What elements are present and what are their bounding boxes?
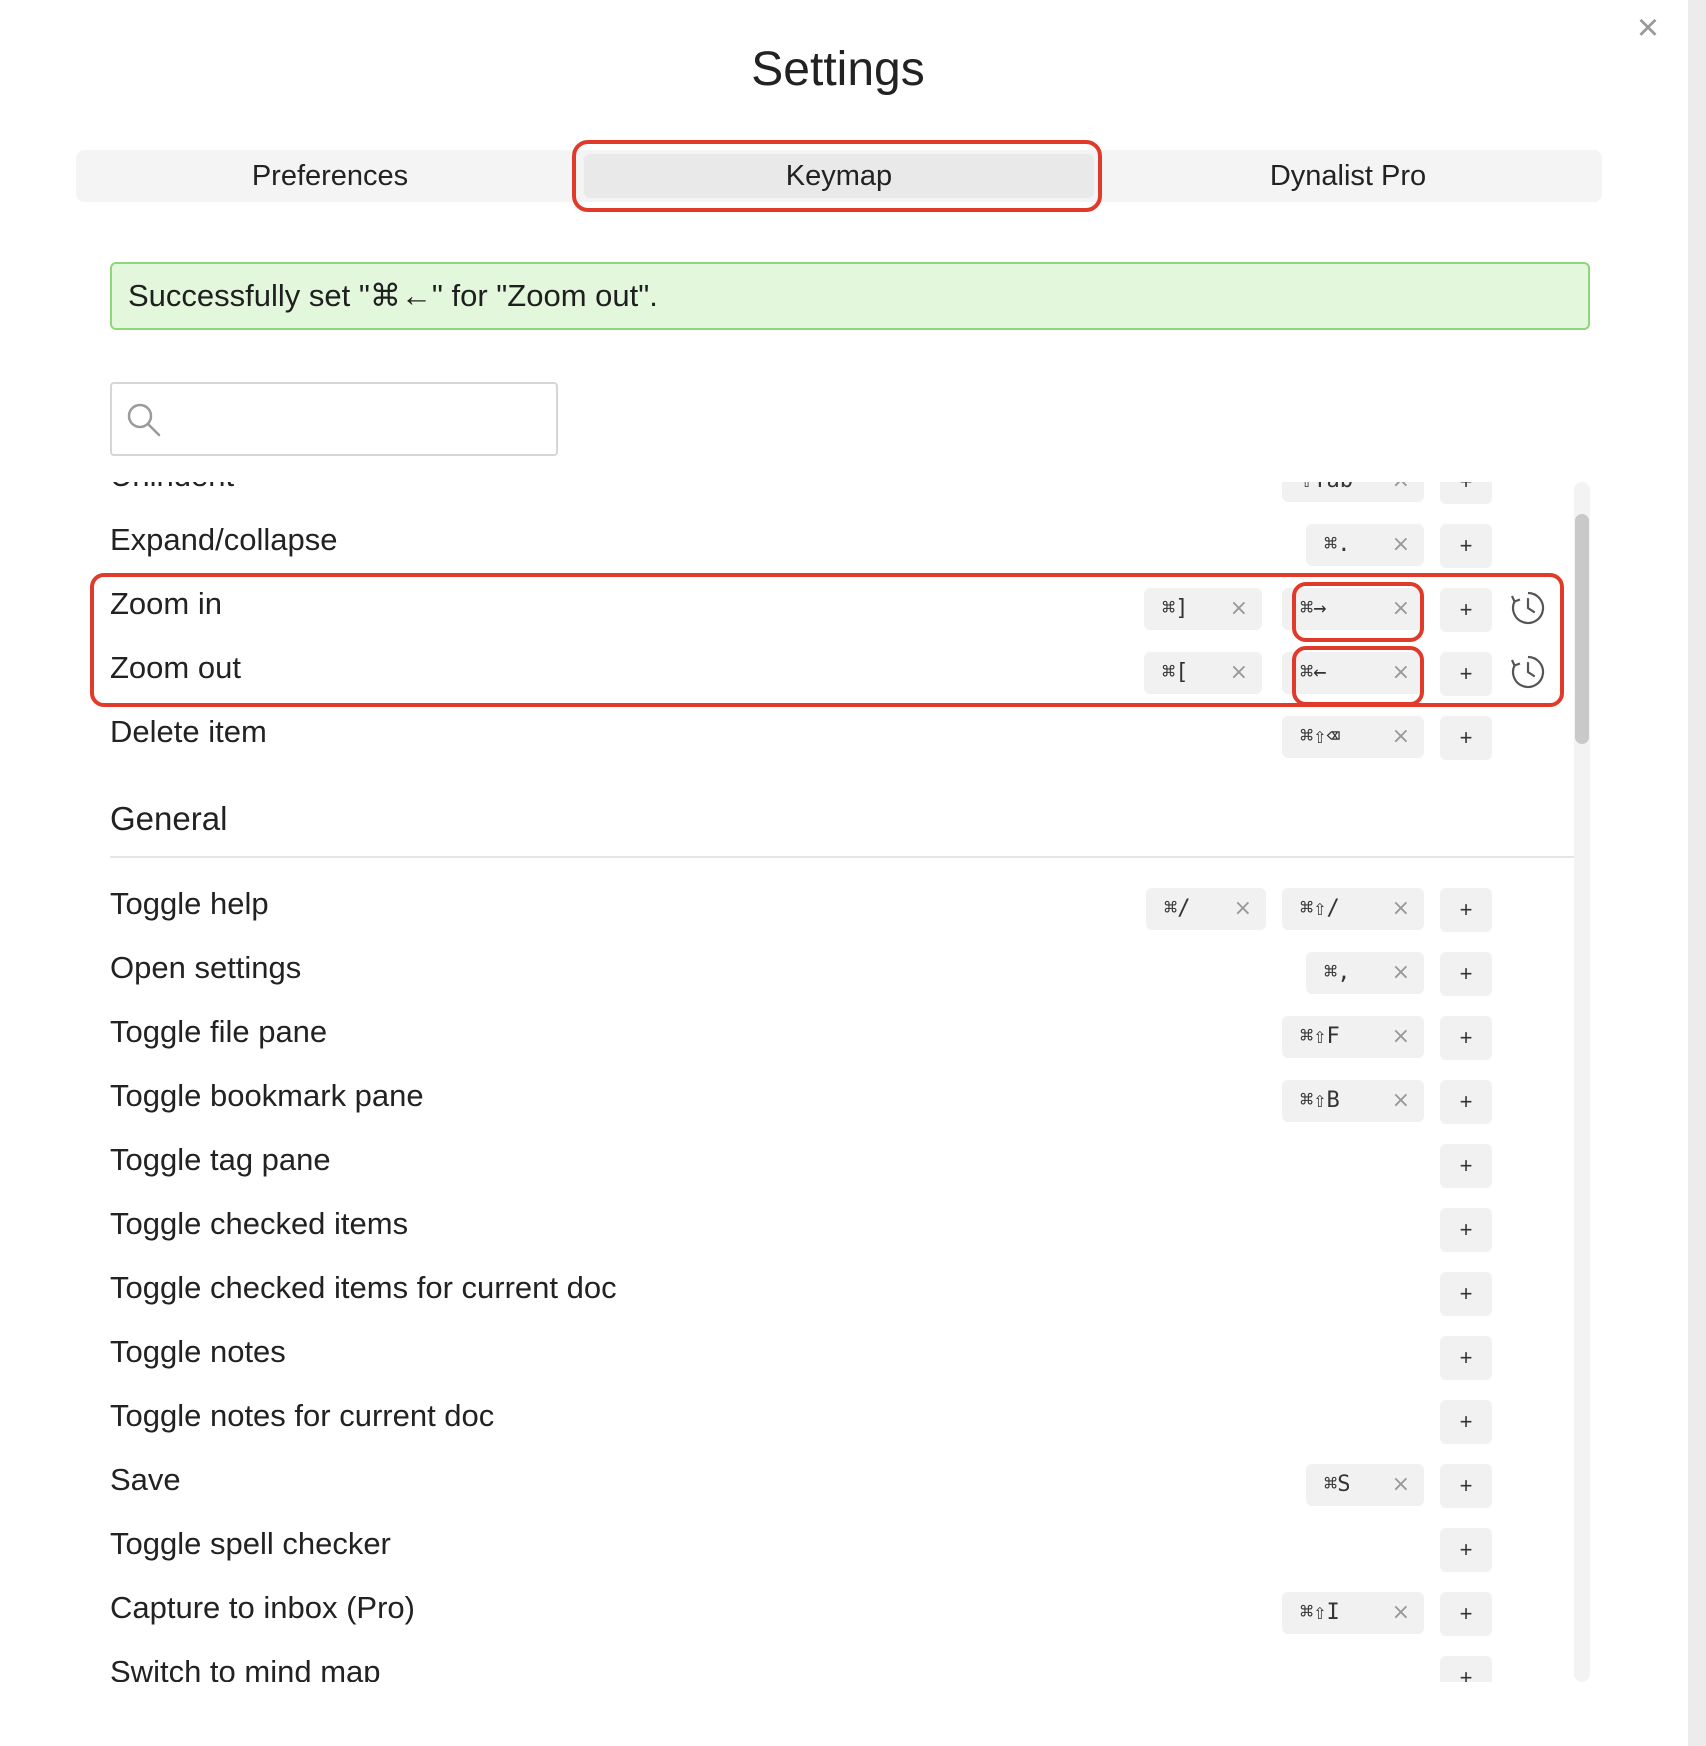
keymap-row-toggle-checked-items-for-current-doc: Toggle checked items for current doc + — [110, 1258, 1570, 1322]
add-shortcut-button[interactable]: + — [1440, 1656, 1492, 1682]
success-notice: Successfully set "⌘←" for "Zoom out". — [110, 262, 1590, 330]
keymap-row-open-settings: Open settings ⌘, × + — [110, 938, 1570, 1002]
keymap-row-toggle-checked-items: Toggle checked items + — [110, 1194, 1570, 1258]
command-label: Switch to mind map — [110, 1654, 381, 1682]
add-shortcut-button[interactable]: + — [1440, 952, 1492, 996]
remove-shortcut-icon[interactable]: × — [1392, 888, 1410, 930]
settings-modal: × Settings Preferences Keymap Dynalist P… — [0, 0, 1688, 1746]
tab-dynalist-pro[interactable]: Dynalist Pro — [1094, 150, 1602, 202]
shortcut-text: ⌘/ — [1164, 896, 1191, 921]
highlight-zoom-out-shortcut — [1292, 646, 1424, 706]
shortcut-chip: ⌘⇧I × — [1282, 1592, 1424, 1634]
add-shortcut-button[interactable]: + — [1440, 1144, 1492, 1188]
add-shortcut-button[interactable]: + — [1440, 1336, 1492, 1380]
keymap-row-delete-item: Delete item ⌘⇧⌫ × + — [110, 702, 1570, 766]
command-label: Toggle checked items for current doc — [110, 1270, 617, 1305]
shortcut-text: ⌘⇧B — [1300, 1088, 1340, 1113]
shortcut-text: ⌘⇧/ — [1300, 896, 1340, 921]
shortcut-chip: ⌘/ × — [1146, 888, 1266, 930]
add-shortcut-button[interactable]: + — [1440, 1528, 1492, 1572]
add-shortcut-button[interactable]: + — [1440, 888, 1492, 932]
search-icon — [127, 403, 161, 437]
command-label: Save — [110, 1462, 181, 1497]
remove-shortcut-icon[interactable]: × — [1392, 524, 1410, 566]
section-header-general: General — [110, 800, 1576, 858]
shortcut-text: ⌘⇧F — [1300, 1024, 1340, 1049]
command-label: Unindent — [110, 482, 234, 494]
add-shortcut-button[interactable]: + — [1440, 1080, 1492, 1124]
keymap-row-toggle-tag-pane: Toggle tag pane + — [110, 1130, 1570, 1194]
highlight-keymap-tab — [572, 140, 1102, 212]
keymap-row-switch-to-mind-map: Switch to mind map + — [110, 1642, 1570, 1682]
remove-shortcut-icon[interactable]: × — [1392, 952, 1410, 994]
remove-shortcut-icon[interactable]: × — [1392, 1592, 1410, 1634]
keymap-row-save: Save ⌘S × + — [110, 1450, 1570, 1514]
shortcut-chip: ⌘, × — [1306, 952, 1424, 994]
shortcut-text: ⌘⇧⌫ — [1300, 724, 1340, 749]
shortcut-chip: ⇧Tab × — [1282, 482, 1424, 502]
command-label: Toggle spell checker — [110, 1526, 391, 1561]
remove-shortcut-icon[interactable]: × — [1392, 482, 1410, 502]
shortcut-text: ⌘, — [1324, 960, 1351, 985]
remove-shortcut-icon[interactable]: × — [1234, 888, 1252, 930]
shortcut-chip: ⌘⇧F × — [1282, 1016, 1424, 1058]
keymap-row-toggle-file-pane: Toggle file pane ⌘⇧F × + — [110, 1002, 1570, 1066]
command-label: Toggle notes — [110, 1334, 286, 1369]
keymap-row-expand-collapse: Expand/collapse ⌘. × + — [110, 510, 1570, 574]
command-label: Expand/collapse — [110, 522, 338, 557]
keymap-row-toggle-notes-for-current-doc: Toggle notes for current doc + — [110, 1386, 1570, 1450]
shortcut-text: ⌘⇧I — [1300, 1600, 1340, 1625]
shortcut-chip: ⌘S × — [1306, 1464, 1424, 1506]
add-shortcut-button[interactable]: + — [1440, 716, 1492, 760]
shortcut-text: ⌘. — [1324, 532, 1351, 557]
keymap-row-unindent: Unindent ⇧Tab × + — [110, 482, 1570, 510]
add-shortcut-button[interactable]: + — [1440, 1016, 1492, 1060]
shortcut-text: ⇧Tab — [1300, 482, 1353, 493]
modal-bottom — [0, 1682, 1688, 1746]
shortcut-text: ⌘S — [1324, 1472, 1351, 1497]
scrollbar-thumb[interactable] — [1575, 514, 1589, 744]
search-input[interactable] — [172, 394, 542, 444]
command-label: Toggle file pane — [110, 1014, 328, 1049]
command-label: Capture to inbox (Pro) — [110, 1590, 415, 1625]
shortcut-chip: ⌘⇧⌫ × — [1282, 716, 1424, 758]
highlight-zoom-in-shortcut — [1292, 582, 1424, 642]
keymap-row-capture-to-inbox-pro: Capture to inbox (Pro) ⌘⇧I × + — [110, 1578, 1570, 1642]
add-shortcut-button[interactable]: + — [1440, 1208, 1492, 1252]
command-label: Open settings — [110, 950, 302, 985]
command-label: Toggle bookmark pane — [110, 1078, 424, 1113]
add-shortcut-button[interactable]: + — [1440, 1464, 1492, 1508]
command-label: Toggle tag pane — [110, 1142, 331, 1177]
window-edge — [1688, 0, 1706, 1746]
add-shortcut-button[interactable]: + — [1440, 1592, 1492, 1636]
keymap-row-toggle-bookmark-pane: Toggle bookmark pane ⌘⇧B × + — [110, 1066, 1570, 1130]
shortcut-chip: ⌘⇧B × — [1282, 1080, 1424, 1122]
add-shortcut-button[interactable]: + — [1440, 1272, 1492, 1316]
page-title: Settings — [751, 43, 925, 96]
tab-preferences[interactable]: Preferences — [76, 150, 584, 202]
command-label: Toggle checked items — [110, 1206, 409, 1241]
keymap-row-toggle-notes: Toggle notes + — [110, 1322, 1570, 1386]
add-shortcut-button[interactable]: + — [1440, 524, 1492, 568]
command-label: Toggle help — [110, 886, 269, 921]
shortcut-chip: ⌘. × — [1306, 524, 1424, 566]
remove-shortcut-icon[interactable]: × — [1392, 1016, 1410, 1058]
add-shortcut-button[interactable]: + — [1440, 482, 1492, 504]
shortcut-chip: ⌘⇧/ × — [1282, 888, 1424, 930]
section-title: General — [110, 800, 228, 837]
keymap-row-toggle-spell-checker: Toggle spell checker + — [110, 1514, 1570, 1578]
add-shortcut-button[interactable]: + — [1440, 1400, 1492, 1444]
remove-shortcut-icon[interactable]: × — [1392, 1464, 1410, 1506]
search-box — [110, 382, 558, 456]
command-label: Delete item — [110, 714, 267, 749]
remove-shortcut-icon[interactable]: × — [1392, 716, 1410, 758]
keymap-row-toggle-help: Toggle help ⌘/ × ⌘⇧/ × + — [110, 874, 1570, 938]
command-label: Toggle notes for current doc — [110, 1398, 495, 1433]
remove-shortcut-icon[interactable]: × — [1392, 1080, 1410, 1122]
